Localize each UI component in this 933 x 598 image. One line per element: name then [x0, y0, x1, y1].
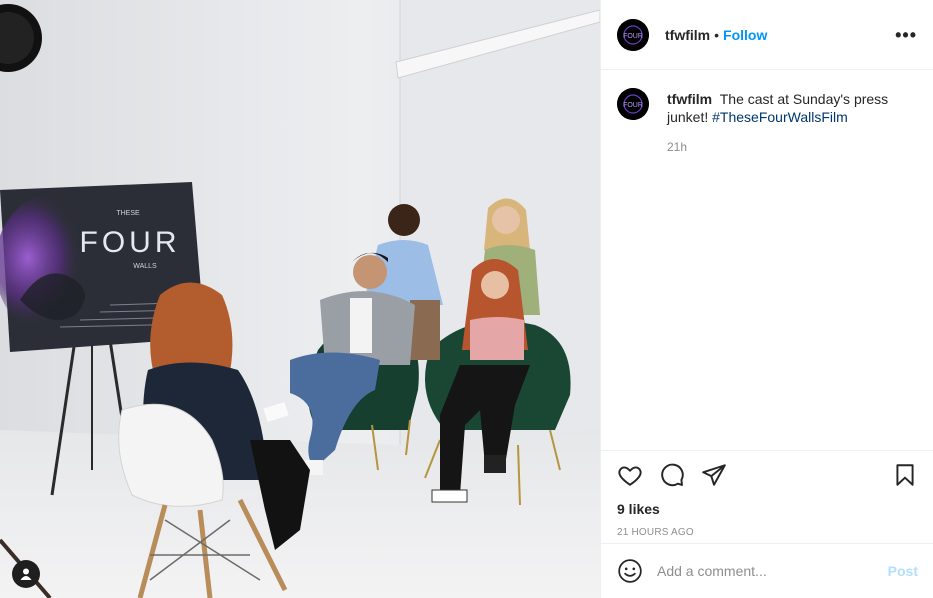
- caption-avatar[interactable]: FOUR: [617, 88, 649, 120]
- tfw-logo-icon: FOUR: [617, 88, 649, 120]
- smiley-icon[interactable]: [617, 558, 643, 584]
- svg-text:FOUR: FOUR: [623, 102, 643, 109]
- heart-icon[interactable]: [617, 462, 643, 488]
- caption: FOUR tfwfilm The cast at Sunday's press …: [617, 88, 917, 126]
- caption-username[interactable]: tfwfilm: [667, 91, 712, 107]
- caption-hashtag[interactable]: #TheseFourWallsFilm: [712, 109, 848, 125]
- comments-section: FOUR tfwfilm The cast at Sunday's press …: [601, 70, 933, 450]
- post-comment-button[interactable]: Post: [888, 563, 918, 579]
- post-timestamp[interactable]: 21 HOURS AGO: [601, 527, 933, 538]
- paper-plane-icon[interactable]: [701, 462, 727, 488]
- poster-line-top: THESE: [116, 210, 140, 217]
- bookmark-icon[interactable]: [892, 462, 918, 488]
- tfw-logo-icon[interactable]: FOUR: [617, 18, 649, 51]
- follow-button[interactable]: Follow: [723, 27, 767, 43]
- caption-age[interactable]: 21h: [667, 140, 917, 154]
- poster-title: FOUR: [80, 226, 181, 259]
- photo-scene: THESE FOUR WALLS: [0, 0, 600, 598]
- post-actions: 9 likes 21 HOURS AGO: [601, 450, 933, 538]
- more-options-button[interactable]: •••: [895, 26, 917, 44]
- tagged-users-button[interactable]: [12, 560, 40, 588]
- add-comment-bar: Post: [601, 543, 933, 598]
- speech-bubble-icon[interactable]: [659, 462, 685, 488]
- svg-text:FOUR: FOUR: [623, 33, 643, 40]
- post-photo[interactable]: THESE FOUR WALLS: [0, 0, 600, 598]
- post-side-panel: FOUR tfwfilm • Follow ••• FOUR tfwfilm T…: [600, 0, 933, 598]
- header-username[interactable]: tfwfilm: [665, 27, 710, 43]
- post-header: FOUR tfwfilm • Follow •••: [601, 0, 933, 70]
- comment-input[interactable]: [657, 563, 888, 579]
- poster-line-bottom: WALLS: [133, 263, 157, 270]
- person-icon: [20, 568, 32, 580]
- header-separator: •: [714, 26, 720, 43]
- likes-count[interactable]: 9 likes: [601, 501, 933, 517]
- caption-text: tfwfilm The cast at Sunday's press junke…: [667, 90, 897, 126]
